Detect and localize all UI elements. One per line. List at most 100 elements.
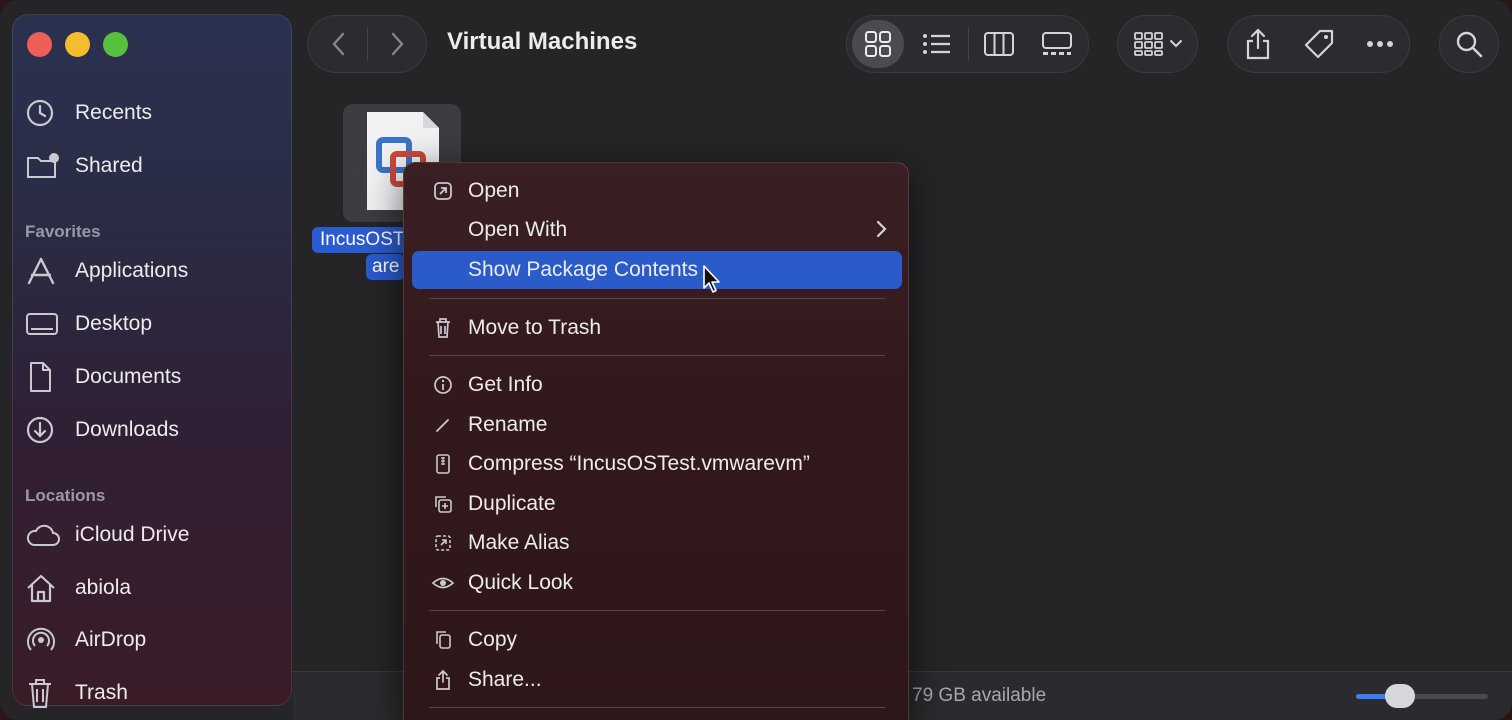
menu-item-label: Rename [468, 413, 548, 436]
menu-item-label: Move to Trash [468, 316, 602, 339]
menu-item-label: Copy [468, 628, 518, 651]
more-actions-button[interactable] [1356, 20, 1404, 68]
trash-icon [25, 677, 65, 709]
context-menu: Open Open With Show Package Contents Mov… [403, 162, 909, 720]
group-grid-icon [1134, 32, 1163, 56]
menu-item-share[interactable]: Share... [412, 661, 902, 699]
minimize-window-button[interactable] [65, 32, 90, 57]
sidebar-item-label: Trash [75, 681, 128, 704]
icon-view-button[interactable] [852, 20, 904, 68]
menu-item-label: Open [468, 179, 520, 202]
menu-item-label: Show Package Contents [468, 258, 698, 281]
menu-separator [429, 355, 885, 356]
zoom-window-button[interactable] [103, 32, 128, 57]
menu-item-label: Quick Look [468, 571, 574, 594]
copy-icon [418, 629, 468, 651]
sidebar-item-airdrop[interactable]: AirDrop [25, 620, 146, 660]
eye-icon [418, 574, 468, 592]
finder-window: Recents Shared Favorites Applications De… [0, 0, 1512, 720]
document-icon [25, 361, 65, 393]
sidebar-item-label: iCloud Drive [75, 523, 190, 546]
shared-folder-icon [25, 150, 65, 182]
airdrop-icon [25, 624, 65, 656]
group-by-button[interactable] [1124, 20, 1192, 68]
sidebar-item-label: Documents [75, 365, 182, 388]
sidebar-item-label: abiola [75, 576, 132, 599]
home-icon [25, 572, 65, 604]
share-button[interactable] [1234, 20, 1282, 68]
menu-item-label: Make Alias [468, 531, 570, 554]
sidebar-item-desktop[interactable]: Desktop [25, 304, 152, 344]
columns-icon [984, 32, 1014, 56]
menu-item-compress[interactable]: Compress “IncusOSTest.vmwarevm” [412, 445, 902, 483]
sidebar-item-documents[interactable]: Documents [25, 357, 181, 397]
window-title: Virtual Machines [447, 28, 638, 55]
open-icon [418, 181, 468, 201]
duplicate-icon [418, 494, 468, 514]
menu-item-label: Share... [468, 668, 542, 691]
submenu-chevron-icon [874, 217, 888, 246]
pencil-icon [418, 415, 468, 435]
file-name-label: IncusOST [312, 227, 413, 253]
menu-item-open[interactable]: Open [412, 172, 902, 210]
gallery-icon [1042, 32, 1072, 55]
close-window-button[interactable] [27, 32, 52, 57]
menu-item-make-alias[interactable]: Make Alias [412, 524, 902, 562]
disk-available-text: 79 GB available [912, 685, 1047, 706]
desktop-icon [25, 308, 65, 340]
list-view-button[interactable] [913, 20, 961, 68]
search-icon [1456, 31, 1483, 58]
mouse-pointer-icon [703, 265, 720, 293]
grid-icon [865, 31, 891, 57]
share-icon [1246, 28, 1270, 60]
menu-item-rename[interactable]: Rename [412, 406, 902, 444]
menu-item-label: Compress “IncusOSTest.vmwarevm” [468, 452, 810, 475]
menu-item-open-with[interactable]: Open With [412, 211, 902, 249]
menu-item-copy[interactable]: Copy [412, 621, 902, 659]
tags-button[interactable] [1295, 20, 1343, 68]
menu-item-show-package-contents[interactable]: Show Package Contents [412, 251, 902, 289]
nav-divider [367, 28, 368, 60]
chevron-left-icon [332, 32, 345, 56]
cloud-icon [25, 519, 65, 551]
gallery-view-button[interactable] [1033, 20, 1081, 68]
sidebar-item-label: Shared [75, 154, 143, 177]
sidebar-item-trash[interactable]: Trash [25, 673, 128, 713]
back-button[interactable] [320, 26, 358, 62]
clock-icon [25, 97, 65, 129]
sidebar-item-shared[interactable]: Shared [25, 146, 143, 186]
menu-item-duplicate[interactable]: Duplicate [412, 485, 902, 523]
icon-size-slider-knob[interactable] [1384, 684, 1415, 708]
share-icon [418, 669, 468, 691]
menu-separator [429, 707, 885, 708]
chevron-right-icon [391, 32, 404, 56]
list-icon [923, 34, 950, 54]
sidebar-item-downloads[interactable]: Downloads [25, 410, 179, 450]
menu-item-label: Get Info [468, 373, 543, 396]
menu-item-quick-look[interactable]: Quick Look [412, 564, 902, 602]
sidebar-item-recents[interactable]: Recents [25, 93, 152, 133]
forward-button[interactable] [378, 26, 416, 62]
sidebar-item-applications[interactable]: Applications [25, 251, 188, 291]
favorites-header: Favorites [25, 222, 101, 241]
download-icon [25, 414, 65, 446]
info-icon [418, 375, 468, 395]
sidebar-item-label: Recents [75, 101, 153, 124]
chevron-down-icon [1170, 40, 1182, 48]
sidebar-item-label: Desktop [75, 312, 153, 335]
menu-separator [429, 610, 885, 611]
applications-icon [25, 255, 65, 287]
search-button[interactable] [1445, 20, 1493, 68]
sidebar-item-label: Downloads [75, 418, 179, 441]
menu-item-get-info[interactable]: Get Info [412, 366, 902, 404]
column-view-button[interactable] [975, 20, 1023, 68]
sidebar-item-icloud-drive[interactable]: iCloud Drive [25, 515, 189, 555]
view-divider [968, 28, 969, 60]
menu-separator [429, 298, 885, 299]
menu-item-move-to-trash[interactable]: Move to Trash [412, 309, 902, 347]
tag-icon [1304, 29, 1334, 59]
locations-header: Locations [25, 486, 106, 505]
menu-item-label: Duplicate [468, 492, 556, 515]
sidebar-item-home[interactable]: abiola [25, 568, 131, 608]
file-name-label-line2: are [366, 254, 406, 280]
